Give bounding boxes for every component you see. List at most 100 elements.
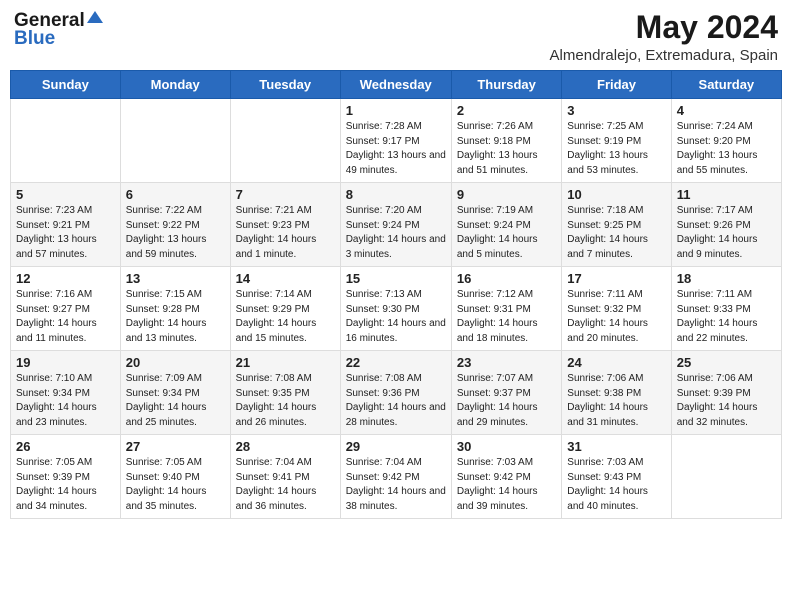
day-info: Sunrise: 7:05 AMSunset: 9:40 PMDaylight:… [126, 456, 225, 514]
day-number: 25 [677, 355, 776, 370]
page-header: General Blue May 2024 Almendralejo, Extr… [10, 10, 782, 64]
day-info: Sunrise: 7:28 AMSunset: 9:17 PMDaylight:… [346, 120, 446, 178]
day-info: Sunrise: 7:21 AMSunset: 9:23 PMDaylight:… [236, 204, 335, 262]
calendar-week-row: 12 Sunrise: 7:16 AMSunset: 9:27 PMDayligh… [11, 267, 782, 351]
day-number: 26 [16, 439, 115, 454]
calendar-cell: 6 Sunrise: 7:22 AMSunset: 9:22 PMDaylight… [120, 183, 230, 267]
weekday-header-friday: Friday [562, 71, 671, 99]
weekday-header-tuesday: Tuesday [230, 71, 340, 99]
day-number: 9 [457, 187, 556, 202]
day-number: 17 [567, 271, 665, 286]
day-info: Sunrise: 7:18 AMSunset: 9:25 PMDaylight:… [567, 204, 665, 262]
calendar-cell: 1 Sunrise: 7:28 AMSunset: 9:17 PMDaylight… [340, 99, 451, 183]
calendar-cell: 29 Sunrise: 7:04 AMSunset: 9:42 PMDayligh… [340, 435, 451, 519]
calendar-cell: 5 Sunrise: 7:23 AMSunset: 9:21 PMDaylight… [11, 183, 121, 267]
calendar-cell: 11 Sunrise: 7:17 AMSunset: 9:26 PMDayligh… [671, 183, 781, 267]
day-info: Sunrise: 7:06 AMSunset: 9:38 PMDaylight:… [567, 372, 665, 430]
day-info: Sunrise: 7:08 AMSunset: 9:36 PMDaylight:… [346, 372, 446, 430]
calendar-cell: 23Sunrise: 7:07 AMSunset: 9:37 PMDayligh… [451, 351, 561, 435]
day-info: Sunrise: 7:12 AMSunset: 9:31 PMDaylight:… [457, 288, 556, 346]
day-number: 2 [457, 103, 556, 118]
day-info: Sunrise: 7:19 AMSunset: 9:24 PMDaylight:… [457, 204, 556, 262]
calendar-cell: 10Sunrise: 7:18 AMSunset: 9:25 PMDayligh… [562, 183, 671, 267]
calendar-cell: 9 Sunrise: 7:19 AMSunset: 9:24 PMDaylight… [451, 183, 561, 267]
day-number: 7 [236, 187, 335, 202]
calendar-cell [671, 435, 781, 519]
day-number: 21 [236, 355, 335, 370]
logo: General Blue [14, 10, 103, 50]
calendar-week-row: 26 Sunrise: 7:05 AMSunset: 9:39 PMDayligh… [11, 435, 782, 519]
day-info: Sunrise: 7:17 AMSunset: 9:26 PMDaylight:… [677, 204, 776, 262]
day-number: 20 [126, 355, 225, 370]
month-year-title: May 2024 [550, 10, 778, 45]
calendar-week-row: 5 Sunrise: 7:23 AMSunset: 9:21 PMDaylight… [11, 183, 782, 267]
calendar-cell [230, 99, 340, 183]
day-info: Sunrise: 7:15 AMSunset: 9:28 PMDaylight:… [126, 288, 225, 346]
calendar-cell: 4 Sunrise: 7:24 AMSunset: 9:20 PMDaylight… [671, 99, 781, 183]
day-number: 13 [126, 271, 225, 286]
logo-icon [87, 11, 103, 27]
day-number: 12 [16, 271, 115, 286]
calendar-cell: 8Sunrise: 7:20 AMSunset: 9:24 PMDaylight… [340, 183, 451, 267]
calendar-cell: 26 Sunrise: 7:05 AMSunset: 9:39 PMDayligh… [11, 435, 121, 519]
day-number: 6 [126, 187, 225, 202]
day-info: Sunrise: 7:22 AMSunset: 9:22 PMDaylight:… [126, 204, 225, 262]
weekday-header-thursday: Thursday [451, 71, 561, 99]
day-info: Sunrise: 7:04 AMSunset: 9:42 PMDaylight:… [346, 456, 446, 514]
day-number: 18 [677, 271, 776, 286]
day-number: 16 [457, 271, 556, 286]
day-number: 4 [677, 103, 776, 118]
weekday-header-wednesday: Wednesday [340, 71, 451, 99]
day-info: Sunrise: 7:13 AMSunset: 9:30 PMDaylight:… [346, 288, 446, 346]
calendar-cell: 15Sunrise: 7:13 AMSunset: 9:30 PMDayligh… [340, 267, 451, 351]
day-info: Sunrise: 7:05 AMSunset: 9:39 PMDaylight:… [16, 456, 115, 514]
day-info: Sunrise: 7:04 AMSunset: 9:41 PMDaylight:… [236, 456, 335, 514]
calendar-cell: 24 Sunrise: 7:06 AMSunset: 9:38 PMDayligh… [562, 351, 671, 435]
day-info: Sunrise: 7:10 AMSunset: 9:34 PMDaylight:… [16, 372, 115, 430]
calendar-cell: 14Sunrise: 7:14 AMSunset: 9:29 PMDayligh… [230, 267, 340, 351]
day-number: 19 [16, 355, 115, 370]
day-info: Sunrise: 7:16 AMSunset: 9:27 PMDaylight:… [16, 288, 115, 346]
calendar-cell: 31Sunrise: 7:03 AMSunset: 9:43 PMDayligh… [562, 435, 671, 519]
calendar-cell: 19 Sunrise: 7:10 AMSunset: 9:34 PMDayligh… [11, 351, 121, 435]
calendar-week-row: 1 Sunrise: 7:28 AMSunset: 9:17 PMDaylight… [11, 99, 782, 183]
weekday-header-row: SundayMondayTuesdayWednesdayThursdayFrid… [11, 71, 782, 99]
calendar-cell: 17Sunrise: 7:11 AMSunset: 9:32 PMDayligh… [562, 267, 671, 351]
day-info: Sunrise: 7:23 AMSunset: 9:21 PMDaylight:… [16, 204, 115, 262]
calendar-cell: 13 Sunrise: 7:15 AMSunset: 9:28 PMDayligh… [120, 267, 230, 351]
weekday-header-sunday: Sunday [11, 71, 121, 99]
title-section: May 2024 Almendralejo, Extremadura, Spai… [550, 10, 778, 64]
day-number: 31 [567, 439, 665, 454]
day-number: 5 [16, 187, 115, 202]
calendar-cell: 18 Sunrise: 7:11 AMSunset: 9:33 PMDayligh… [671, 267, 781, 351]
calendar-cell: 30Sunrise: 7:03 AMSunset: 9:42 PMDayligh… [451, 435, 561, 519]
day-info: Sunrise: 7:11 AMSunset: 9:33 PMDaylight:… [677, 288, 776, 346]
day-number: 23 [457, 355, 556, 370]
calendar-cell: 21 Sunrise: 7:08 AMSunset: 9:35 PMDayligh… [230, 351, 340, 435]
day-number: 27 [126, 439, 225, 454]
day-info: Sunrise: 7:08 AMSunset: 9:35 PMDaylight:… [236, 372, 335, 430]
logo-blue: Blue [14, 28, 55, 50]
calendar-cell: 22 Sunrise: 7:08 AMSunset: 9:36 PMDayligh… [340, 351, 451, 435]
day-number: 3 [567, 103, 665, 118]
calendar-cell: 2Sunrise: 7:26 AMSunset: 9:18 PMDaylight… [451, 99, 561, 183]
calendar-table: SundayMondayTuesdayWednesdayThursdayFrid… [10, 70, 782, 519]
calendar-cell [120, 99, 230, 183]
calendar-cell: 20 Sunrise: 7:09 AMSunset: 9:34 PMDayligh… [120, 351, 230, 435]
day-info: Sunrise: 7:14 AMSunset: 9:29 PMDaylight:… [236, 288, 335, 346]
day-number: 22 [346, 355, 446, 370]
day-number: 28 [236, 439, 335, 454]
day-info: Sunrise: 7:24 AMSunset: 9:20 PMDaylight:… [677, 120, 776, 178]
day-info: Sunrise: 7:09 AMSunset: 9:34 PMDaylight:… [126, 372, 225, 430]
calendar-cell: 12 Sunrise: 7:16 AMSunset: 9:27 PMDayligh… [11, 267, 121, 351]
weekday-header-monday: Monday [120, 71, 230, 99]
day-info: Sunrise: 7:06 AMSunset: 9:39 PMDaylight:… [677, 372, 776, 430]
day-number: 11 [677, 187, 776, 202]
day-number: 1 [346, 103, 446, 118]
weekday-header-saturday: Saturday [671, 71, 781, 99]
calendar-cell: 7 Sunrise: 7:21 AMSunset: 9:23 PMDaylight… [230, 183, 340, 267]
day-info: Sunrise: 7:25 AMSunset: 9:19 PMDaylight:… [567, 120, 665, 178]
calendar-cell: 27 Sunrise: 7:05 AMSunset: 9:40 PMDayligh… [120, 435, 230, 519]
day-number: 24 [567, 355, 665, 370]
day-number: 29 [346, 439, 446, 454]
